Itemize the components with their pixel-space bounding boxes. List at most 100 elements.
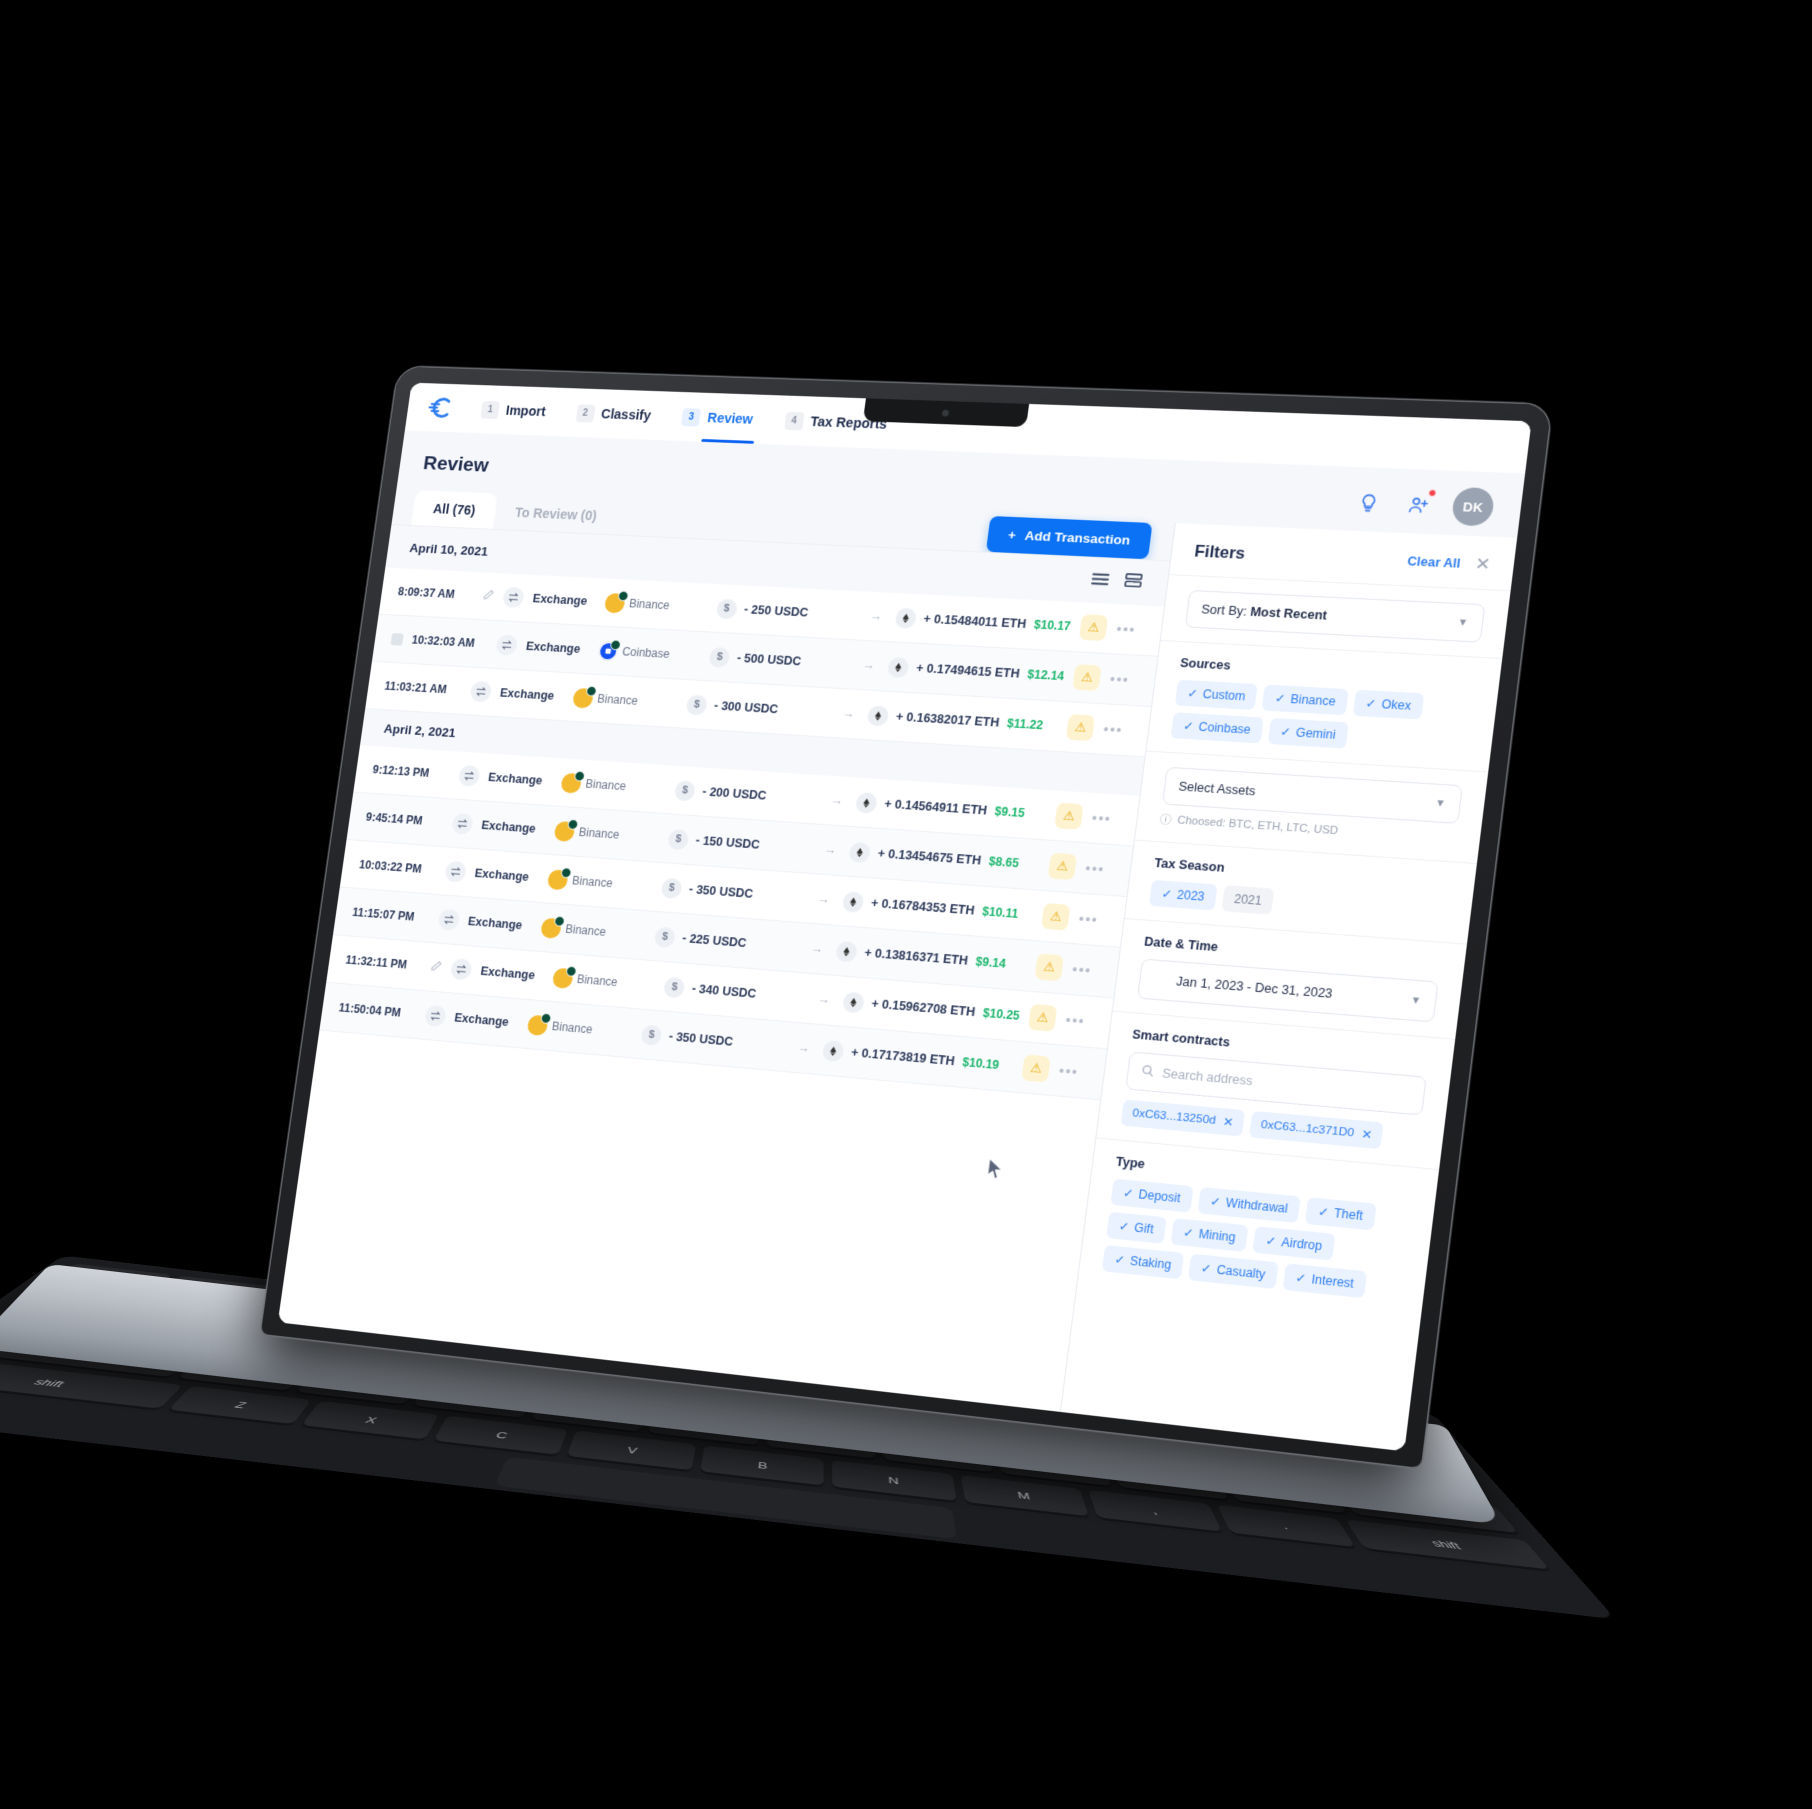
chip-label: Deposit (1137, 1187, 1182, 1206)
check-icon: ✓ (1182, 718, 1195, 734)
remove-icon[interactable]: ✕ (1361, 1127, 1373, 1142)
tax-season-chip-2021[interactable]: 2021 (1221, 885, 1275, 915)
exchange-icon (449, 958, 473, 981)
type-chip-deposit[interactable]: ✓ Deposit (1110, 1178, 1194, 1213)
row-amount-out: $ - 500 USDC (708, 646, 850, 674)
usdc-icon: $ (653, 925, 677, 948)
select-assets-placeholder: Select Assets (1177, 779, 1257, 799)
tax-season-chip-2023[interactable]: ✓ 2023 (1148, 879, 1218, 911)
source-chip-binance[interactable]: ✓ Binance (1262, 684, 1349, 716)
cointracker-logo-icon[interactable] (426, 393, 457, 422)
binance-icon (560, 770, 586, 794)
sort-by-selected: Most Recent (1249, 604, 1328, 623)
edit-pencil-icon[interactable] (482, 588, 496, 604)
row-menu-icon[interactable]: ••• (1065, 1012, 1093, 1030)
coinbase-icon (596, 639, 622, 662)
help-bulb-icon[interactable] (1351, 487, 1386, 518)
source-chip-okex[interactable]: ✓ Okex (1352, 689, 1425, 720)
warning-icon[interactable]: ⚠ (1041, 902, 1071, 931)
warning-icon[interactable]: ⚠ (1072, 664, 1102, 692)
row-menu-icon[interactable]: ••• (1078, 911, 1106, 929)
assets-hint-text: Choosed: BTC, ETH, LTC, USD (1176, 814, 1339, 838)
eth-badge-icon (609, 639, 622, 650)
type-chip-staking[interactable]: ✓ Staking (1101, 1244, 1185, 1280)
remove-icon[interactable]: ✕ (1222, 1114, 1234, 1129)
row-menu-icon[interactable]: ••• (1109, 671, 1137, 688)
source-name: Binance (576, 972, 619, 990)
add-user-icon[interactable] (1401, 488, 1438, 520)
row-source: Binance (553, 818, 660, 847)
list-view-icon[interactable] (1089, 569, 1111, 591)
arrow-icon: → (810, 941, 825, 957)
sort-by-value: Sort By: Most Recent (1201, 602, 1328, 622)
type-chip-airdrop[interactable]: ✓ Airdrop (1252, 1226, 1336, 1261)
source-chip-gemini[interactable]: ✓ Gemini (1267, 717, 1349, 749)
close-icon[interactable]: ✕ (1474, 554, 1491, 575)
warning-icon[interactable]: ⚠ (1065, 714, 1096, 742)
arrow-icon: → (823, 842, 838, 858)
warning-icon[interactable]: ⚠ (1034, 953, 1064, 982)
warning-icon[interactable]: ⚠ (1047, 852, 1078, 881)
warning-icon[interactable]: ⚠ (1021, 1054, 1051, 1083)
check-icon: ✓ (1317, 1204, 1330, 1220)
tab-all[interactable]: All (76) (411, 490, 498, 529)
nav-step-label: Review (706, 409, 754, 427)
source-chip-custom[interactable]: ✓ Custom (1174, 679, 1259, 711)
warning-icon[interactable]: ⚠ (1027, 1003, 1058, 1032)
row-menu-icon[interactable]: ••• (1103, 721, 1131, 738)
row-type: Exchange (487, 770, 544, 788)
row-menu-icon[interactable]: ••• (1084, 860, 1112, 878)
edit-pencil-icon[interactable] (429, 959, 443, 975)
source-chip-coinbase[interactable]: ✓ Coinbase (1170, 712, 1264, 744)
sort-by-select[interactable]: Sort By: Most Recent ▼ (1184, 589, 1486, 643)
type-chip-casualty[interactable]: ✓ Casualty (1188, 1253, 1279, 1290)
filters-header-actions: Clear All ✕ (1406, 551, 1492, 575)
nav-step-label: Classify (600, 406, 652, 423)
clear-all-button[interactable]: Clear All (1407, 554, 1462, 570)
type-chip-interest[interactable]: ✓ Interest (1282, 1263, 1368, 1299)
check-icon: ✓ (1113, 1252, 1126, 1268)
type-chip-theft[interactable]: ✓ Theft (1304, 1197, 1377, 1231)
row-menu-icon[interactable]: ••• (1058, 1062, 1086, 1080)
transactions-list[interactable]: April 10, 2021 8:09:37 AM Exchange Binan… (277, 524, 1171, 1423)
group-date: April 10, 2021 (408, 540, 490, 559)
amount-in: + 0.13454675 ETH (876, 846, 982, 868)
address-chip[interactable]: 0xC63...1c371D0 ✕ (1248, 1110, 1384, 1150)
amount-in: + 0.15962708 ETH (870, 996, 977, 1020)
filters-title: Filters (1193, 542, 1247, 563)
exchange-icon (457, 764, 481, 787)
fiat-value: $9.15 (993, 804, 1026, 821)
row-menu-icon[interactable]: ••• (1071, 961, 1099, 979)
row-amount-out: $ - 200 USDC (673, 779, 819, 810)
type-chip-mining[interactable]: ✓ Mining (1170, 1218, 1249, 1252)
address-chip[interactable]: 0xC63...13250d ✕ (1120, 1099, 1246, 1137)
type-chip-gift[interactable]: ✓ Gift (1106, 1211, 1167, 1244)
warning-icon[interactable]: ⚠ (1054, 802, 1084, 830)
arrow-icon: → (830, 793, 844, 808)
sources-section: Sources ✓ Custom ✓ Binance ✓ Okex ✓ Coinbase… (1146, 640, 1503, 772)
ethereum-icon (841, 890, 865, 913)
fiat-value: $12.14 (1026, 667, 1065, 684)
nav-step-classify[interactable]: 2 Classify (573, 388, 654, 439)
check-icon: ✓ (1186, 686, 1199, 701)
type-chip-withdrawal[interactable]: ✓ Withdrawal (1197, 1186, 1301, 1224)
nav-step-import[interactable]: 1 Import (478, 385, 549, 435)
row-menu-icon[interactable]: ••• (1091, 810, 1119, 828)
source-name: Binance (584, 777, 627, 794)
eth-badge-icon (567, 818, 579, 830)
row-checkbox[interactable] (390, 632, 404, 646)
row-amount-out: $ - 300 USDC (685, 693, 831, 723)
fiat-value: $8.65 (988, 854, 1020, 871)
eth-badge-icon (617, 590, 630, 601)
nav-step-review[interactable]: 3 Review (679, 392, 756, 444)
avatar[interactable]: DK (1450, 486, 1496, 527)
amount-out: - 150 USDC (694, 833, 761, 852)
date-range-picker[interactable]: Jan 1, 2023 - Dec 31, 2023 ▼ (1136, 958, 1439, 1023)
tab-to-review[interactable]: To Review (0) (493, 494, 620, 535)
page-body: All (76) To Review (0) + Add Transaction… (277, 489, 1518, 1452)
warning-icon[interactable]: ⚠ (1078, 614, 1109, 642)
chevron-down-icon: ▼ (1410, 994, 1422, 1007)
key[interactable]: shift (1344, 1519, 1552, 1572)
card-view-icon[interactable] (1122, 571, 1144, 593)
row-menu-icon[interactable]: ••• (1116, 621, 1144, 638)
